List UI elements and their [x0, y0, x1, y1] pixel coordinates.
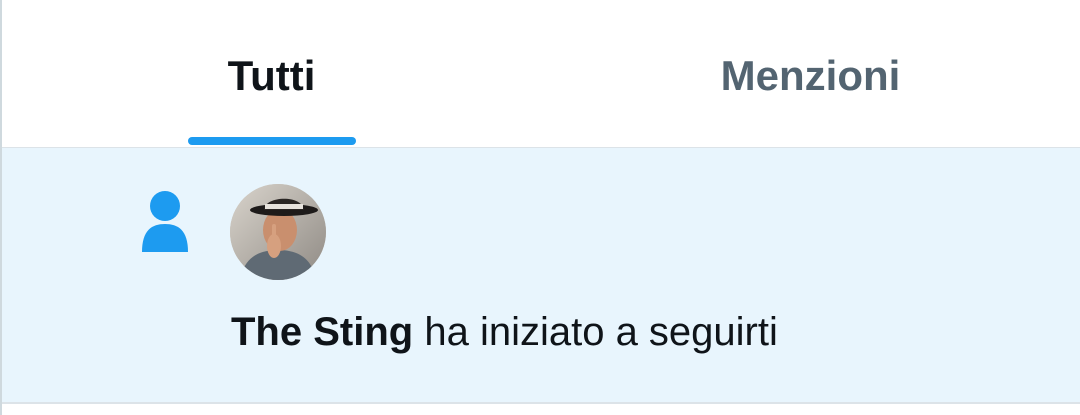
active-tab-indicator — [187, 137, 356, 145]
tab-menzioni[interactable]: Menzioni — [541, 0, 1080, 147]
user-avatar[interactable] — [230, 184, 326, 280]
person-icon — [142, 191, 188, 252]
user-name-link[interactable]: The Sting — [231, 310, 413, 354]
next-item-strip — [2, 404, 1080, 415]
follow-notification[interactable]: The Sting ha iniziato a seguirti — [2, 148, 1080, 404]
tab-label: Tutti — [227, 52, 316, 99]
notifications-screen: Tutti Menzioni The Sting ha iniziato a s… — [0, 0, 1080, 415]
tab-label: Menzioni — [720, 52, 901, 99]
notification-action: ha iniziato a seguirti — [413, 310, 778, 354]
notification-text: The Sting ha iniziato a seguirti — [231, 308, 778, 356]
notifications-tabs: Tutti Menzioni — [2, 0, 1080, 148]
avatar-image — [230, 184, 326, 280]
tab-tutti[interactable]: Tutti — [2, 0, 541, 147]
